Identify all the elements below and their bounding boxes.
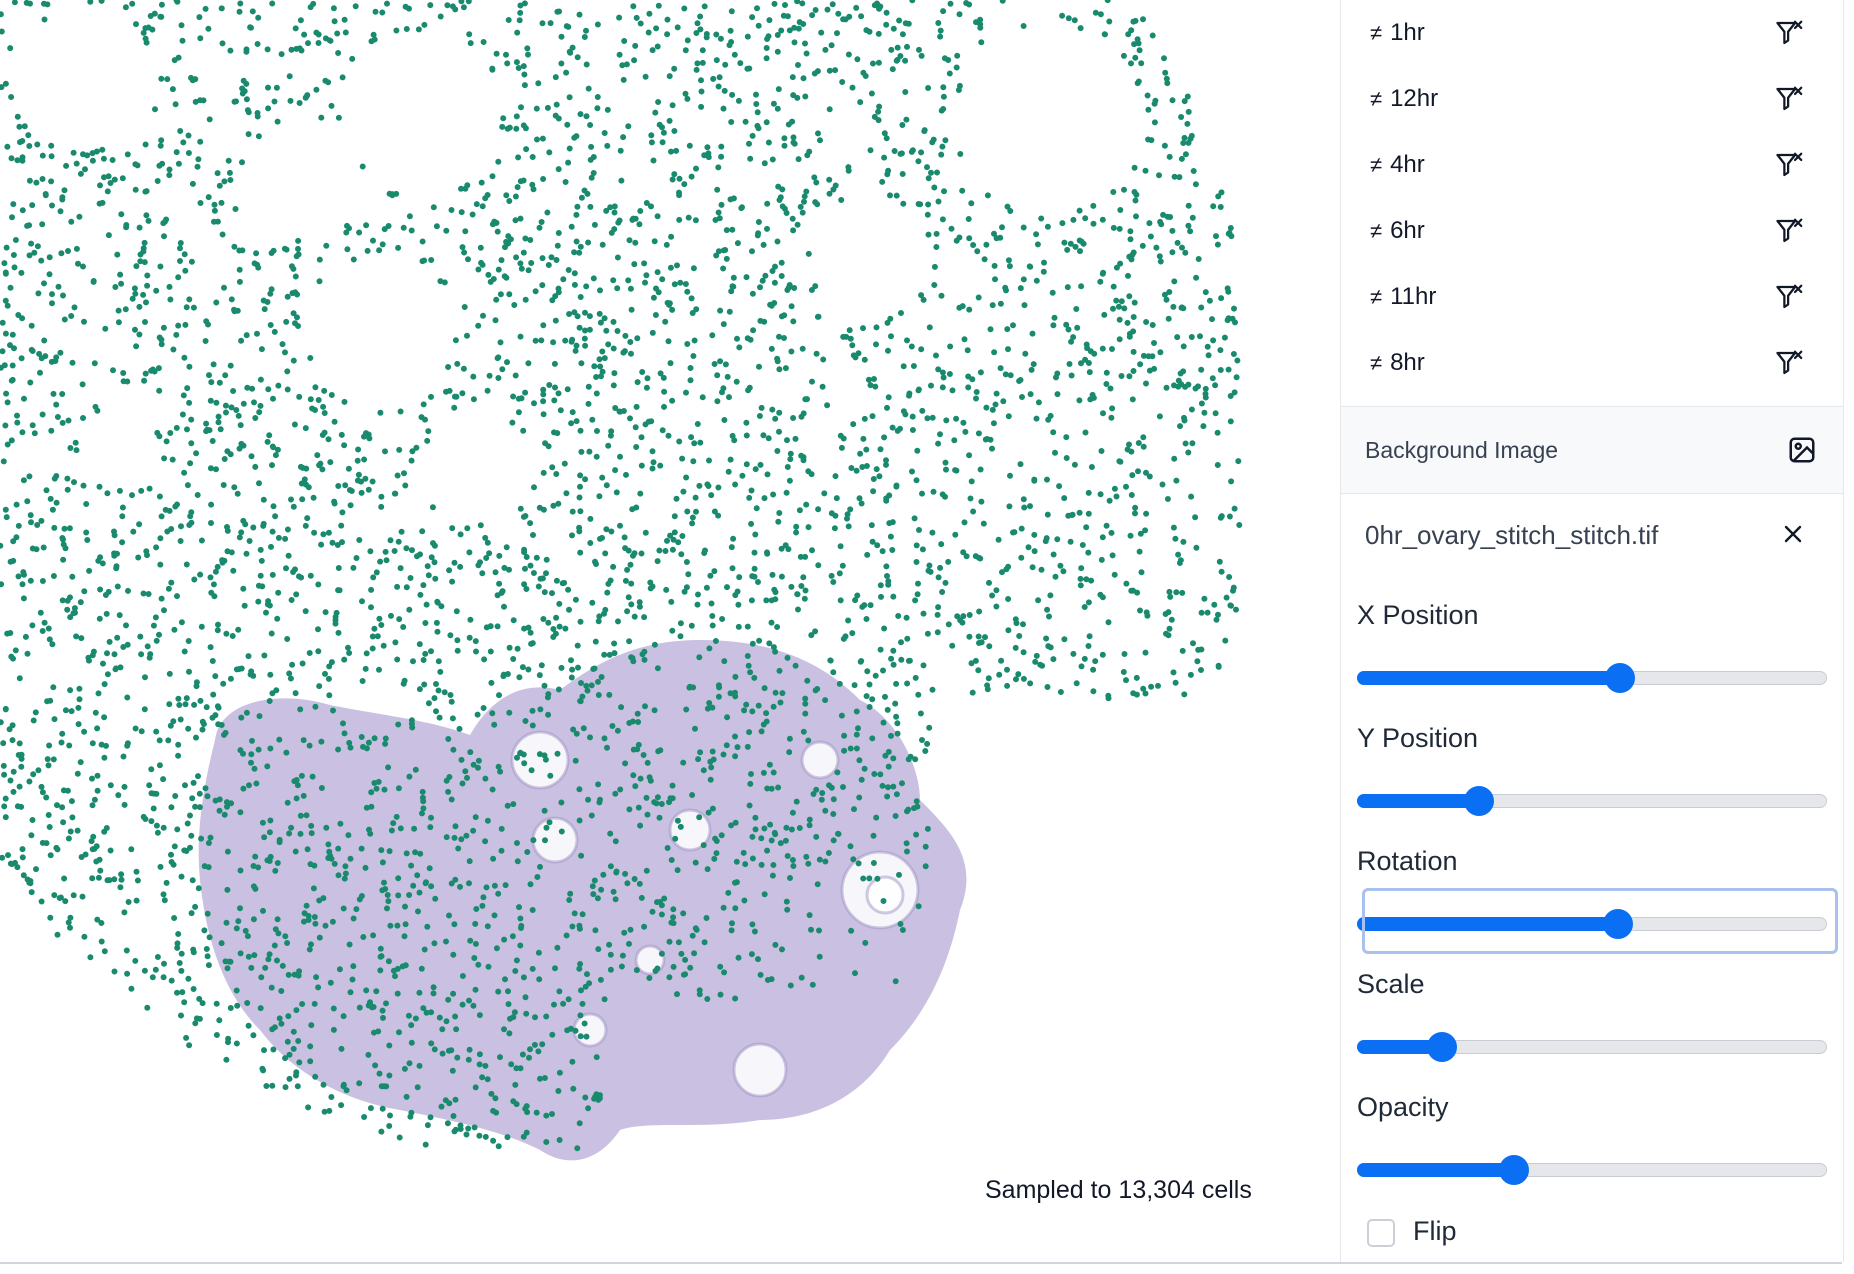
scatter-plot-canvas[interactable]: Sampled to 13,304 cells — [0, 0, 1340, 1262]
filter-label: 8hr — [1390, 349, 1425, 376]
filter-row: ≠ 6hr — [1341, 198, 1843, 264]
side-panel: ≠ 1hr ≠ 12hr ≠ 4hr ≠ 6hr ≠ 11hr ≠ 8hr Background Im… — [1340, 0, 1844, 1262]
flip-label: Flip — [1413, 1216, 1457, 1246]
filter-remove-icon[interactable] — [1775, 348, 1805, 378]
not-equal-icon: ≠ — [1370, 218, 1383, 243]
scatter-svg[interactable] — [0, 0, 1340, 1262]
filter-label: 4hr — [1390, 151, 1425, 178]
not-equal-icon: ≠ — [1370, 284, 1383, 309]
slider-opacity[interactable] — [1357, 1155, 1827, 1185]
slider-thumb[interactable] — [1426, 1032, 1457, 1062]
filter-row: ≠ 1hr — [1341, 0, 1843, 66]
slider-x-position[interactable] — [1357, 663, 1827, 693]
slider-scale[interactable] — [1357, 1032, 1827, 1062]
tissue-follicle — [865, 875, 905, 915]
filter-row: ≠ 4hr — [1341, 132, 1843, 198]
slider-fill — [1357, 1163, 1515, 1177]
background-image-header: Background Image — [1341, 406, 1843, 494]
filter-label: 6hr — [1390, 217, 1425, 244]
image-icon[interactable] — [1787, 435, 1817, 465]
slider-thumb[interactable] — [1602, 909, 1633, 939]
control-label: Y Position — [1357, 723, 1479, 753]
slider-fill — [1357, 671, 1621, 685]
slider-thumb[interactable] — [1464, 786, 1495, 816]
filter-list: ≠ 1hr ≠ 12hr ≠ 4hr ≠ 6hr ≠ 11hr ≠ 8hr — [1341, 0, 1843, 396]
control-label: Scale — [1357, 969, 1425, 999]
flip-checkbox[interactable] — [1367, 1219, 1395, 1247]
filter-label: 12hr — [1390, 85, 1439, 112]
not-equal-icon: ≠ — [1370, 20, 1383, 45]
sample-note: Sampled to 13,304 cells — [985, 1176, 1252, 1204]
filter-label: 1hr — [1390, 19, 1425, 46]
close-icon[interactable] — [1781, 522, 1805, 546]
not-equal-icon: ≠ — [1370, 152, 1383, 177]
filter-remove-icon[interactable] — [1775, 282, 1805, 312]
background-file-name: 0hr_ovary_stitch_stitch.tif — [1365, 519, 1659, 550]
slider-y-position[interactable] — [1357, 786, 1827, 816]
control-label: X Position — [1357, 600, 1479, 630]
filter-row: ≠ 11hr — [1341, 264, 1843, 330]
filter-row: ≠ 12hr — [1341, 66, 1843, 132]
control-label: Opacity — [1357, 1092, 1449, 1122]
control-label: Rotation — [1357, 846, 1458, 876]
tissue-background-image — [198, 640, 967, 1161]
background-file-row: 0hr_ovary_stitch_stitch.tif — [1341, 500, 1843, 570]
tissue-follicle — [531, 816, 579, 864]
background-image-title: Background Image — [1365, 436, 1559, 463]
divider — [0, 1262, 1842, 1264]
slider-thumb[interactable] — [1605, 663, 1636, 693]
tissue-follicle — [510, 730, 570, 790]
slider-fill — [1357, 917, 1618, 931]
tissue-follicle — [800, 740, 840, 780]
filter-remove-icon[interactable] — [1775, 18, 1805, 48]
tissue-follicle — [732, 1042, 788, 1098]
filter-row: ≠ 8hr — [1341, 330, 1843, 396]
slider-fill — [1357, 794, 1480, 808]
slider-rotation[interactable] — [1357, 909, 1827, 939]
not-equal-icon: ≠ — [1370, 350, 1383, 375]
slider-thumb[interactable] — [1499, 1155, 1530, 1185]
filter-label: 11hr — [1390, 283, 1437, 310]
tissue-follicle — [572, 1012, 608, 1048]
filter-remove-icon[interactable] — [1775, 216, 1805, 246]
filter-remove-icon[interactable] — [1775, 150, 1805, 180]
filter-remove-icon[interactable] — [1775, 84, 1805, 114]
not-equal-icon: ≠ — [1370, 86, 1383, 111]
